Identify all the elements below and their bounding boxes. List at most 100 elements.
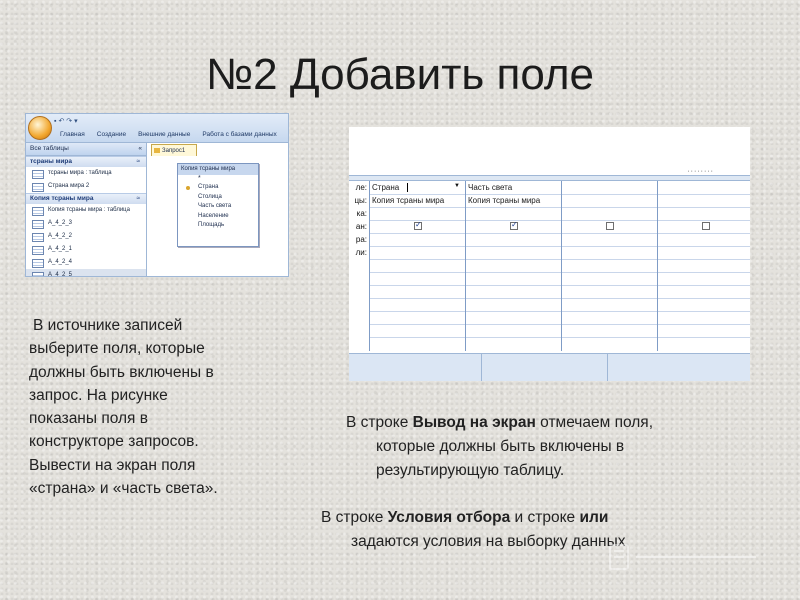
grid-column[interactable]: Часть света Копия тсраны мира bbox=[465, 181, 562, 351]
field-list-fields: Страна Столица Часть света Население Площадь bbox=[178, 183, 258, 231]
nav-item[interactable]: А_4_2_4 bbox=[26, 256, 146, 269]
field-list-item[interactable]: Часть света bbox=[178, 202, 258, 212]
nav-item[interactable]: тсраны мира : таблица bbox=[26, 167, 146, 180]
grid-field-cell[interactable]: Страна bbox=[370, 181, 466, 194]
field-list-box[interactable]: Копия тсраны мира * Страна Столица Часть с… bbox=[177, 163, 259, 247]
table-icon bbox=[32, 183, 44, 192]
field-list-item[interactable]: Площадь bbox=[178, 221, 258, 231]
navigation-pane: Все таблицы « тсраны мира ≈ тсраны мира : … bbox=[26, 143, 147, 276]
quick-access-toolbar[interactable]: ▪ ↶ ↷ ▾ bbox=[54, 117, 78, 125]
left-paragraph-line: запрос. На рисунке bbox=[29, 386, 168, 404]
nav-item-label: А_4_2_4 bbox=[48, 259, 73, 265]
office-button[interactable] bbox=[28, 116, 52, 140]
grid-table-cell[interactable] bbox=[658, 194, 750, 207]
show-checkbox[interactable] bbox=[414, 220, 422, 230]
table-icon bbox=[32, 233, 44, 242]
show-checkbox[interactable] bbox=[510, 220, 518, 230]
tab-query1[interactable]: Запрос1 bbox=[151, 144, 197, 156]
rp1-suffix: отмечаем поля, bbox=[535, 414, 654, 431]
left-paragraph-line: выберите поля, которые bbox=[29, 340, 205, 358]
field-list-item[interactable]: Столица bbox=[178, 193, 258, 203]
table-icon bbox=[32, 246, 44, 255]
query-icon bbox=[154, 148, 160, 153]
left-paragraph-line: В источнике записей bbox=[33, 317, 183, 334]
nav-item-label: А_4_2_3 bbox=[48, 220, 73, 226]
show-checkbox[interactable] bbox=[702, 222, 710, 230]
table-icon bbox=[32, 207, 44, 216]
watermark-logo bbox=[609, 544, 756, 570]
slide-title: №2 Добавить поле bbox=[205, 50, 595, 99]
grid-row-label: ле: bbox=[355, 183, 367, 192]
collapse-group-icon[interactable]: ≈ bbox=[136, 194, 140, 204]
nav-item[interactable]: А_4_2_5 bbox=[26, 269, 146, 277]
rp1-prefix: В строке bbox=[346, 414, 413, 431]
redo-icon[interactable]: ↷ bbox=[66, 118, 72, 125]
grid-field-cell[interactable] bbox=[562, 181, 658, 194]
field-dropdown-icon[interactable]: ▼ bbox=[454, 183, 460, 189]
nav-groups: тсраны мира ≈ тсраны мира : таблица Страна … bbox=[26, 156, 146, 277]
nav-group-header[interactable]: Копия тсраны мира ≈ bbox=[26, 193, 146, 204]
nav-item-label: А_4_2_5 bbox=[48, 272, 73, 277]
ribbon-tab[interactable]: Главная bbox=[60, 131, 85, 138]
nav-group-header[interactable]: тсраны мира ≈ bbox=[26, 156, 146, 167]
tab-query1-label: Запрос1 bbox=[162, 148, 186, 154]
qat-menu-icon[interactable]: ▾ bbox=[74, 118, 78, 125]
ribbon-tab[interactable]: Создание bbox=[97, 131, 126, 138]
nav-item-label: А_4_2_2 bbox=[48, 233, 73, 239]
status-area bbox=[349, 353, 750, 381]
nav-item[interactable]: Страна мира 2 bbox=[26, 180, 146, 193]
nav-item-label: А_4_2_1 bbox=[48, 246, 73, 252]
nav-pane-header[interactable]: Все таблицы « bbox=[26, 143, 146, 156]
text-cursor bbox=[407, 183, 408, 192]
query-design-area: Запрос1 Копия тсраны мира * Страна Столиц… bbox=[147, 143, 288, 276]
undo-icon[interactable]: ↶ bbox=[58, 118, 64, 125]
splitter-dots: ········ bbox=[687, 168, 714, 175]
grid-table-cell[interactable]: Копия тсраны мира bbox=[466, 194, 562, 207]
field-list-item[interactable]: Страна bbox=[178, 183, 258, 193]
field-list-item[interactable]: Население bbox=[178, 212, 258, 222]
nav-item[interactable]: Копия тсраны мира : таблица bbox=[26, 204, 146, 217]
ribbon-tab[interactable]: Внешние данные bbox=[138, 131, 190, 138]
collapse-group-icon[interactable]: ≈ bbox=[136, 157, 140, 167]
status-segment bbox=[481, 354, 608, 381]
grid-table-cell[interactable]: Копия тсраны мира bbox=[370, 194, 466, 207]
grid-row-label: цы: bbox=[354, 196, 367, 205]
ribbon-tabs: Главная Создание Внешние данные Работа с ба… bbox=[60, 131, 277, 138]
design-grid-screenshot: ········ ле:цы:ка:ан:ра:ли: ◂ Страна▼Коп… bbox=[349, 127, 750, 381]
grid-row-label: ка: bbox=[356, 209, 367, 218]
grid-field-cell[interactable]: Часть света bbox=[466, 181, 562, 194]
ribbon-tab[interactable]: Работа с базами данных bbox=[202, 131, 276, 138]
nav-item[interactable]: А_4_2_1 bbox=[26, 243, 146, 256]
left-paragraph-line: должны быть включены в bbox=[29, 363, 214, 381]
grid-table-cell[interactable] bbox=[562, 194, 658, 207]
save-icon[interactable]: ▪ bbox=[54, 118, 56, 125]
status-segment bbox=[349, 354, 482, 381]
nav-group-label: Копия тсраны мира bbox=[30, 195, 94, 202]
table-icon bbox=[32, 220, 44, 229]
rp2-middle: и строке bbox=[510, 509, 580, 526]
nav-item-label: Страна мира 2 bbox=[48, 183, 90, 189]
grid-field-cell[interactable] bbox=[658, 181, 750, 194]
left-paragraph-line: «страна» и «часть света». bbox=[29, 480, 218, 498]
nav-group-label: тсраны мира bbox=[30, 158, 72, 165]
field-list-all-fields[interactable]: * bbox=[178, 175, 258, 183]
rp1-line2: которые должны быть включены в bbox=[376, 438, 625, 455]
rp1-line3: результирующую таблицу. bbox=[376, 462, 565, 479]
show-checkbox[interactable] bbox=[606, 222, 614, 230]
grid-column[interactable] bbox=[561, 181, 658, 351]
grid-row-label: ли: bbox=[355, 248, 367, 257]
ribbon: ▪ ↶ ↷ ▾ Главная Создание Внешние данные Раб… bbox=[26, 114, 288, 143]
right-paragraph-1: В строке Вывод на экран отмечаем поля, к… bbox=[346, 411, 766, 483]
nav-item[interactable]: А_4_2_3 bbox=[26, 217, 146, 230]
grid-row-label: ра: bbox=[355, 235, 367, 244]
nav-item[interactable]: А_4_2_2 bbox=[26, 230, 146, 243]
grid-row-labels: ле: цы: ка: ан: ра: ли: bbox=[349, 181, 369, 259]
nav-pane-header-label: Все таблицы bbox=[30, 145, 69, 152]
collapse-pane-icon[interactable]: « bbox=[138, 143, 142, 155]
grid-row-label: ан: bbox=[355, 222, 367, 231]
field-list-title: Копия тсраны мира bbox=[178, 164, 258, 175]
rp2-prefix: В строке bbox=[321, 509, 388, 526]
grid-column[interactable] bbox=[657, 181, 750, 351]
grid-column[interactable]: Страна ▼ Копия тсраны мира bbox=[369, 181, 466, 351]
left-paragraph: В источнике записей выберите поля, которы… bbox=[29, 314, 259, 500]
